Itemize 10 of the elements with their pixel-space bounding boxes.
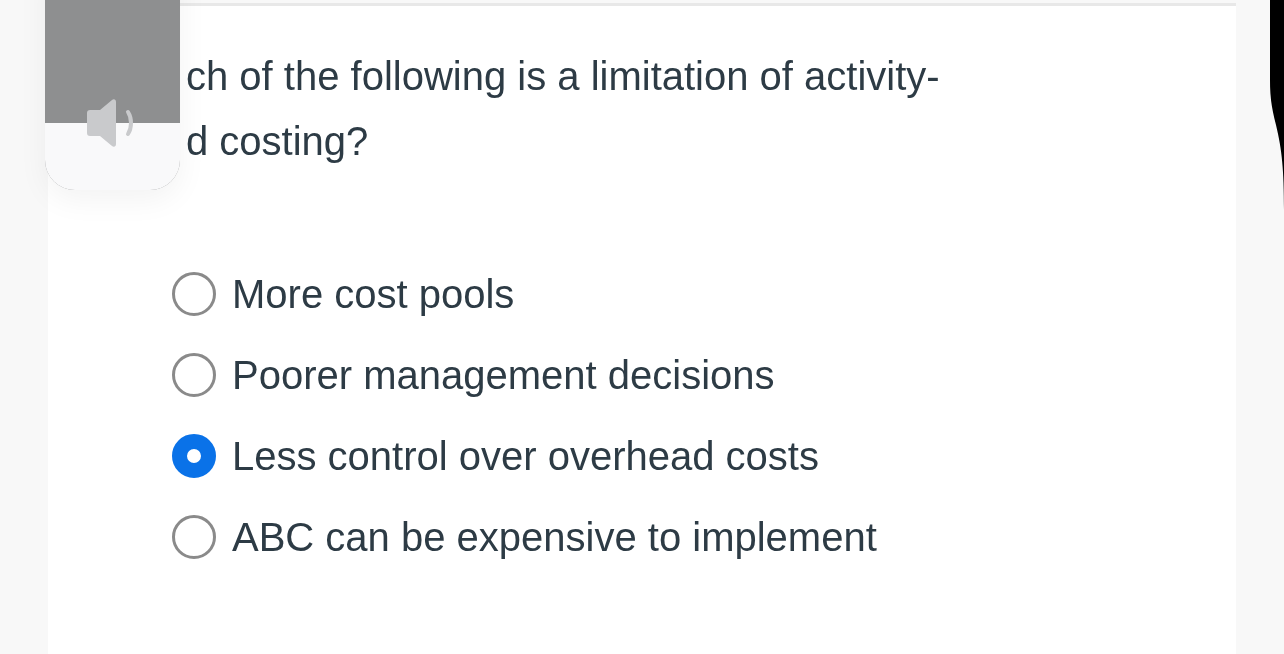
option-label[interactable]: More cost pools — [232, 271, 515, 317]
radio-button[interactable] — [172, 515, 216, 559]
option-label[interactable]: Poorer management decisions — [232, 352, 775, 398]
question-text: ch of the following is a limitation of activity- — [186, 53, 941, 100]
radio-button[interactable] — [172, 434, 216, 478]
option-label[interactable]: Less control over overhead costs — [232, 433, 819, 479]
question-text: d costing? — [186, 118, 370, 165]
radio-button[interactable] — [172, 353, 216, 397]
radio-button[interactable] — [172, 272, 216, 316]
option-label[interactable]: ABC can be expensive to implement — [232, 514, 877, 560]
